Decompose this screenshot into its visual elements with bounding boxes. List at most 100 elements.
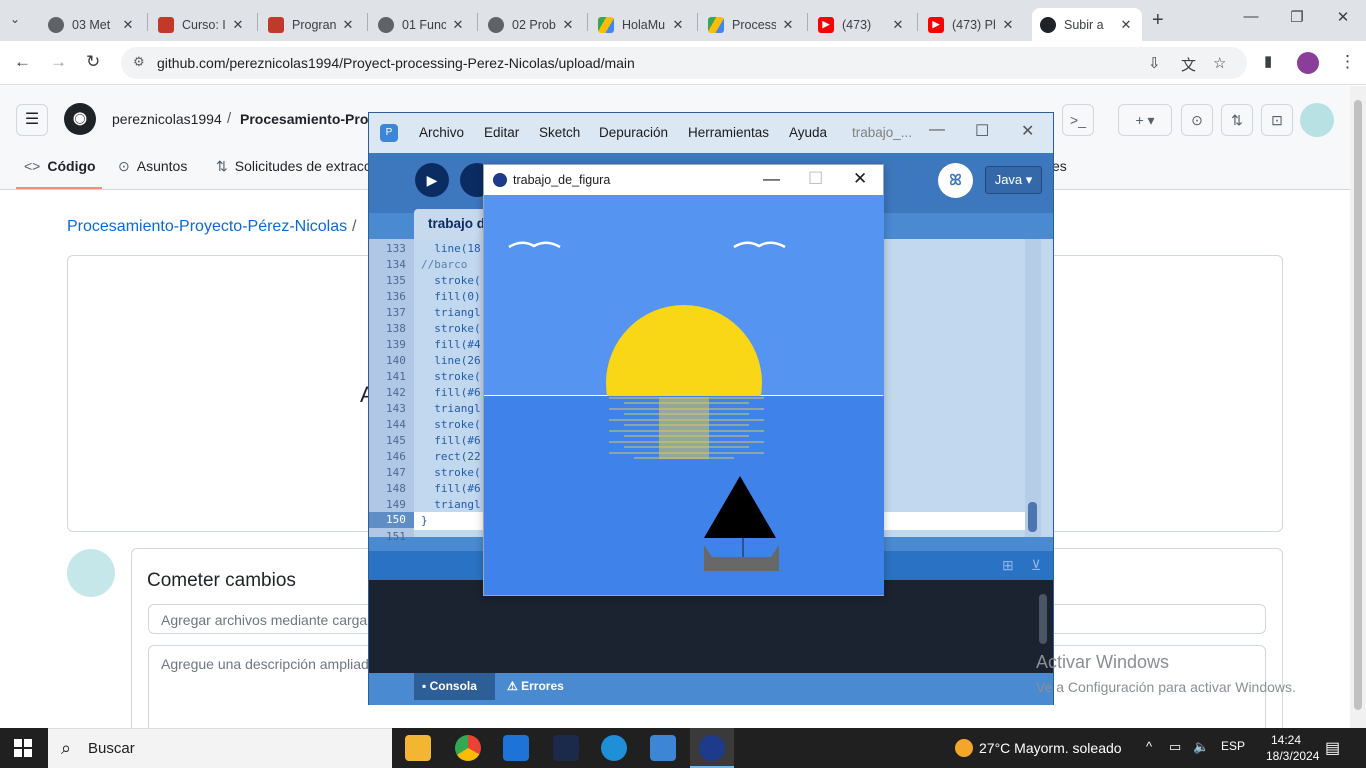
taskbar-search[interactable]: ⌕ Buscar bbox=[48, 728, 392, 768]
profile-avatar[interactable] bbox=[1297, 52, 1319, 74]
tab-close-icon[interactable]: ✕ bbox=[120, 17, 136, 33]
browser-tab[interactable]: Progran ✕ bbox=[260, 8, 364, 41]
github-logo-icon[interactable]: ◉ bbox=[64, 103, 96, 135]
tab-close-icon[interactable]: ✕ bbox=[340, 17, 356, 33]
browser-tab[interactable]: ▶ (473) ✕ bbox=[810, 8, 914, 41]
code-line[interactable]: stroke( bbox=[421, 466, 480, 479]
translate-icon[interactable]: 文 bbox=[1181, 54, 1196, 75]
bookmark-star-icon[interactable]: ☆ bbox=[1213, 54, 1226, 72]
close-icon[interactable]: ✕ bbox=[1320, 8, 1366, 26]
tab-close-icon[interactable]: ✕ bbox=[450, 17, 466, 33]
create-new-plus-icon[interactable]: + ▾ bbox=[1118, 104, 1172, 136]
code-line[interactable]: } bbox=[421, 514, 428, 527]
code-line[interactable]: triangl bbox=[421, 498, 480, 511]
command-palette-icon[interactable]: >_ bbox=[1062, 104, 1094, 136]
tab-more[interactable]: es bbox=[1052, 158, 1067, 174]
weather-widget[interactable]: 27°C Mayorm. soleado bbox=[955, 739, 1122, 757]
menu-depuracion[interactable]: Depuración bbox=[599, 125, 668, 140]
tab-close-icon[interactable]: ✕ bbox=[1118, 17, 1134, 33]
app-icon[interactable] bbox=[553, 735, 579, 761]
code-line[interactable]: stroke( bbox=[421, 418, 480, 431]
clock[interactable]: 14:24 18/3/2024 bbox=[1266, 732, 1319, 764]
maximize-icon[interactable]: ☐ bbox=[975, 121, 989, 141]
back-arrow-icon[interactable]: ← bbox=[14, 52, 31, 72]
close-icon[interactable]: ✕ bbox=[1021, 121, 1034, 141]
inbox-icon[interactable]: ⊡ bbox=[1261, 104, 1293, 136]
tab-close-icon[interactable]: ✕ bbox=[1000, 17, 1016, 33]
tab-code[interactable]: <> Código bbox=[24, 158, 96, 174]
code-line[interactable]: stroke( bbox=[421, 322, 480, 335]
new-tab-plus-icon[interactable]: + bbox=[1152, 9, 1164, 32]
code-line[interactable]: line(18 bbox=[421, 242, 480, 255]
install-app-icon[interactable]: ⇩ bbox=[1148, 54, 1161, 72]
tab-close-icon[interactable]: ✕ bbox=[780, 17, 796, 33]
code-line[interactable]: fill(#6 bbox=[421, 434, 480, 447]
tab-close-icon[interactable]: ✕ bbox=[670, 17, 686, 33]
address-bar[interactable]: ⚙ github.com/pereznicolas1994/Proyect-pr… bbox=[121, 47, 1247, 79]
code-line[interactable]: stroke( bbox=[421, 274, 480, 287]
collapse-panel-icon[interactable]: ⊻ bbox=[1031, 557, 1041, 574]
breadcrumb-repo-link[interactable]: Procesamiento-Proyecto-Pérez-Nicolas bbox=[67, 218, 347, 236]
url-text[interactable]: github.com/pereznicolas1994/Proyect-proc… bbox=[157, 55, 635, 71]
battery-icon[interactable]: ▭ bbox=[1169, 739, 1181, 755]
chrome-icon[interactable] bbox=[455, 735, 481, 761]
tab-close-icon[interactable]: ✕ bbox=[890, 17, 906, 33]
page-scrollbar[interactable] bbox=[1350, 86, 1366, 728]
sketch-app-icon[interactable] bbox=[690, 735, 734, 768]
tab-errors[interactable]: ⚠ Errores bbox=[499, 673, 572, 700]
code-line[interactable]: stroke( bbox=[421, 370, 480, 383]
restore-icon[interactable]: ❐ bbox=[1274, 8, 1320, 26]
code-line[interactable]: triangl bbox=[421, 306, 480, 319]
scrollbar-thumb[interactable] bbox=[1354, 100, 1362, 710]
code-line[interactable]: triangl bbox=[421, 402, 480, 415]
run-button[interactable]: ▶ bbox=[415, 163, 449, 197]
windows-start-icon[interactable] bbox=[14, 739, 32, 757]
code-line[interactable]: rect(22 bbox=[421, 450, 480, 463]
console-scroll-thumb[interactable] bbox=[1039, 594, 1047, 644]
minimize-icon[interactable]: — bbox=[763, 169, 780, 189]
issues-circle-icon[interactable]: ⊙ bbox=[1181, 104, 1213, 136]
site-info-icon[interactable]: ⚙ bbox=[133, 54, 145, 70]
mode-selector[interactable]: Java ▾ bbox=[985, 166, 1042, 194]
editor-scroll-thumb[interactable] bbox=[1028, 502, 1037, 532]
browser-tab-active[interactable]: Subir a ✕ bbox=[1032, 8, 1142, 41]
browser-tab[interactable]: Process ✕ bbox=[700, 8, 804, 41]
pull-requests-icon[interactable]: ⇅ bbox=[1221, 104, 1253, 136]
browser-tab[interactable]: 03 Met ✕ bbox=[40, 8, 144, 41]
minimize-icon[interactable]: — bbox=[1228, 8, 1274, 25]
sketch-tab[interactable]: trabajo d bbox=[414, 209, 488, 239]
expand-panel-icon[interactable]: ⊞ bbox=[1002, 557, 1014, 574]
language-indicator[interactable]: ESP bbox=[1221, 739, 1245, 753]
tab-close-icon[interactable]: ✕ bbox=[560, 17, 576, 33]
editor-scrollbar[interactable] bbox=[1025, 239, 1041, 537]
file-explorer-icon[interactable] bbox=[405, 735, 431, 761]
menu-editar[interactable]: Editar bbox=[484, 125, 519, 140]
code-line[interactable]: fill(0) bbox=[421, 290, 480, 303]
repo-name-link[interactable]: Procesamiento-Proy bbox=[240, 111, 376, 127]
menu-sketch[interactable]: Sketch bbox=[539, 125, 580, 140]
repo-owner-link[interactable]: pereznicolas1994 bbox=[112, 111, 222, 127]
menu-kebab-icon[interactable]: ⋮ bbox=[1339, 52, 1356, 72]
menu-archivo[interactable]: Archivo bbox=[419, 125, 464, 140]
code-line[interactable]: line(26 bbox=[421, 354, 480, 367]
debugger-icon[interactable]: ꕤ bbox=[938, 163, 973, 198]
code-line[interactable]: fill(#6 bbox=[421, 386, 480, 399]
side-panel-icon[interactable]: ▮ bbox=[1264, 52, 1272, 70]
processing-icon[interactable] bbox=[650, 735, 676, 761]
notifications-icon[interactable]: ▤ bbox=[1325, 738, 1340, 758]
show-hidden-icons-chevron-icon[interactable]: ^ bbox=[1146, 739, 1152, 754]
tab-search-chevron-icon[interactable]: ⌄ bbox=[10, 12, 20, 26]
hamburger-menu-icon[interactable]: ☰ bbox=[16, 104, 48, 136]
browser-tab[interactable]: ▶ (473) Pl ✕ bbox=[920, 8, 1024, 41]
tab-issues[interactable]: ⊙ Asuntos bbox=[118, 158, 187, 175]
browser-tab[interactable]: HolaMu ✕ bbox=[590, 8, 694, 41]
user-avatar[interactable] bbox=[1300, 103, 1334, 137]
store-icon[interactable] bbox=[503, 735, 529, 761]
tab-close-icon[interactable]: ✕ bbox=[230, 17, 246, 33]
reload-icon[interactable]: ↻ bbox=[86, 52, 100, 72]
tab-pull-requests[interactable]: ⇅ Solicitudes de extracc bbox=[216, 158, 371, 175]
menu-ayuda[interactable]: Ayuda bbox=[789, 125, 827, 140]
code-line[interactable]: fill(#4 bbox=[421, 338, 480, 351]
code-line[interactable]: //barco bbox=[421, 258, 467, 271]
code-line[interactable]: fill(#6 bbox=[421, 482, 480, 495]
